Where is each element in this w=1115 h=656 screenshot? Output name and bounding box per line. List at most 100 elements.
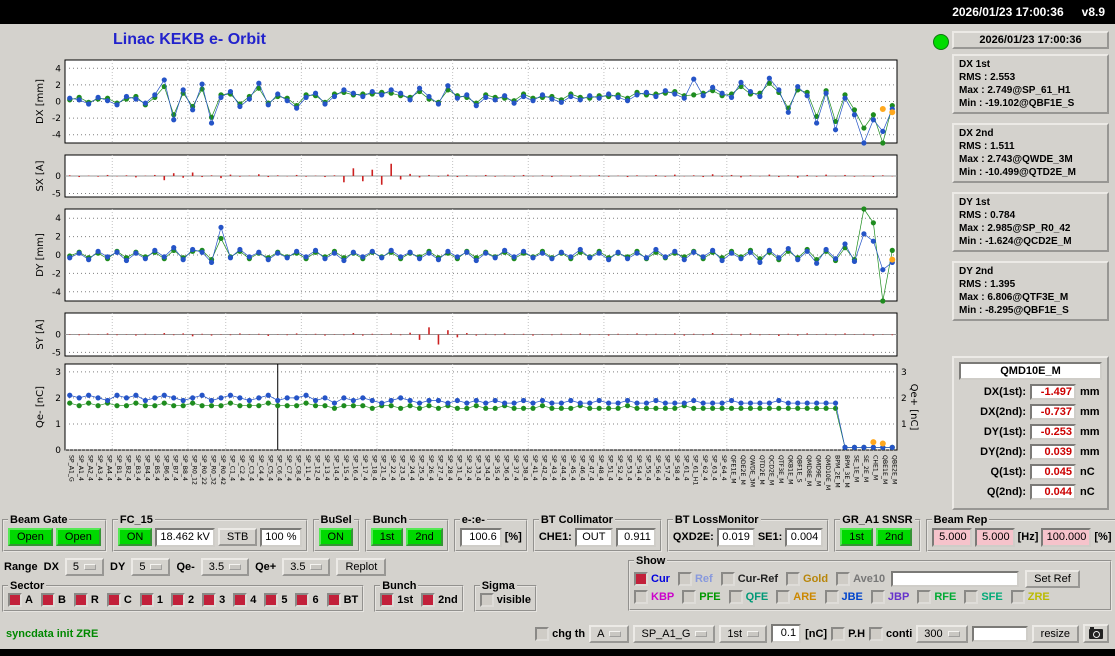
bunch-2nd-button[interactable]: 2nd [406, 528, 443, 546]
show-checkbox-gold[interactable]: Gold [786, 572, 828, 586]
conti-checkbox[interactable]: conti [869, 626, 912, 641]
svg-text:SP_31_4: SP_31_4 [455, 455, 462, 481]
bunch-checkbox-2nd[interactable]: 2nd [421, 593, 458, 607]
svg-text:SP_12_4: SP_12_4 [314, 455, 321, 481]
readout-row: Q(2nd): 0.044 nC [959, 484, 1102, 500]
checkbox-indicator [634, 590, 648, 604]
sector-checkbox-a[interactable]: A [8, 593, 33, 607]
plot-sy: 0 -5 SY [A] [35, 312, 898, 358]
checkbox-indicator [139, 593, 154, 607]
fc15-duty-field[interactable]: 100 % [260, 527, 302, 547]
sector-checkbox-3[interactable]: 3 [202, 593, 225, 607]
range-qep-label: Qe+ [255, 561, 277, 573]
show-checkbox-cur[interactable]: Cur [634, 572, 670, 586]
resize-button[interactable]: resize [1031, 624, 1079, 643]
sector-checkbox-b[interactable]: B [40, 593, 66, 607]
sector-checkbox-r[interactable]: R [73, 593, 99, 607]
gr-a1-1st-button[interactable]: 1st [840, 528, 873, 546]
group-bt-collimator: BT Collimator CHE1: OUT 0.911 [532, 514, 662, 552]
svg-text:SP_44_4: SP_44_4 [559, 455, 566, 481]
sector-checkbox-bt[interactable]: BT [326, 593, 359, 607]
se1-value-field[interactable]: 0.004 [785, 527, 824, 547]
svg-text:SP_C8_4: SP_C8_4 [295, 455, 302, 481]
checkbox-indicator [677, 572, 692, 586]
plot-dy: 4 2 0 -2 -4 DY [mm] [35, 206, 898, 304]
show-checkbox-ave10[interactable]: Ave10 [836, 572, 885, 586]
bunch-number-value: 1st [727, 627, 743, 640]
svg-text:1: 1 [55, 420, 61, 430]
svg-text:SP_27_4: SP_27_4 [436, 455, 443, 481]
replot-button[interactable]: Replot [336, 558, 387, 576]
beam-rep-duty-field[interactable]: 100.000 [1041, 527, 1092, 547]
statusbar-entry[interactable] [971, 625, 1028, 642]
show-checkbox-ref[interactable]: Ref [677, 572, 713, 586]
show-checkbox-zre[interactable]: ZRE [1010, 590, 1050, 604]
unit-select[interactable]: A [589, 624, 630, 643]
threshold-field[interactable]: 0.1 [771, 624, 802, 643]
dropdown-indicator [150, 564, 163, 570]
ref-entry[interactable] [891, 571, 1020, 587]
checkbox-label: BT [343, 594, 359, 606]
show-checkbox-jbp[interactable]: JBP [870, 590, 910, 604]
svg-text:CHE1_M: CHE1_M [871, 455, 878, 480]
control-row-1: Beam Gate Open Open FC_15 ON 18.462 kV S… [2, 514, 1115, 552]
points-select[interactable]: 300 [916, 624, 968, 643]
busel-on-button[interactable]: ON [318, 528, 353, 546]
range-dy-select[interactable]: 5 [131, 558, 171, 576]
sigma-checkbox-visible[interactable]: visible [479, 593, 531, 607]
svg-text:SP_52_4: SP_52_4 [616, 455, 623, 481]
range-qem-select[interactable]: 3.5 [200, 558, 250, 576]
chg-th-checkbox[interactable]: chg th [535, 626, 585, 641]
bpm-select[interactable]: SP_A1_G [633, 624, 716, 643]
application-window: 2026/01/23 17:00:36 v8.9 Linac KEKB e- O… [0, 0, 1115, 656]
snapshot-button[interactable] [1083, 624, 1109, 643]
gr-a1-2nd-button[interactable]: 2nd [875, 528, 913, 546]
bunch-number-select[interactable]: 1st [719, 624, 768, 643]
che1-value-field[interactable]: OUT [574, 527, 613, 547]
show-checkbox-qfe[interactable]: QFE [728, 590, 768, 604]
control-row-3: Sector A B R C 1 2 3 4 5 6 BT Bunch 1st 2nd Sigma v… [2, 580, 537, 612]
svg-text:0: 0 [55, 331, 61, 341]
show-checkbox-are[interactable]: ARE [776, 590, 817, 604]
checkbox-label: B [57, 594, 66, 606]
qxd2e-value-field[interactable]: 0.019 [716, 527, 755, 547]
svg-text:QTD2E_M: QTD2E_M [758, 455, 765, 485]
checkbox-label: JBP [887, 591, 910, 603]
range-dx-select[interactable]: 5 [64, 558, 105, 576]
show-checkbox-jbe[interactable]: JBE [824, 590, 863, 604]
show-checkbox-pfe[interactable]: PFE [682, 590, 721, 604]
bunch-checkbox-1st[interactable]: 1st [380, 593, 413, 607]
checkbox-label: SFE [981, 591, 1003, 603]
bunch-1st-button[interactable]: 1st [370, 528, 404, 546]
collimator-extra-field[interactable]: 0.911 [615, 527, 656, 547]
show-checkbox-kbp[interactable]: KBP [634, 590, 674, 604]
status-led [933, 34, 949, 50]
beam-rep-2-field[interactable]: 5.000 [974, 527, 1015, 547]
sector-checkbox-c[interactable]: C [106, 593, 132, 607]
show-checkbox-rfe[interactable]: RFE [917, 590, 956, 604]
beam-gate-open1-button[interactable]: Open [8, 528, 53, 546]
svg-text:SP_62_4: SP_62_4 [701, 455, 708, 481]
stat-rms: RMS : 0.784 [959, 210, 1016, 221]
fc15-on-button[interactable]: ON [117, 528, 153, 546]
sector-checkbox-2[interactable]: 2 [170, 593, 194, 607]
fc15-kv-field[interactable]: 18.462 kV [155, 527, 215, 547]
ee-ratio-field[interactable]: 100.6 [459, 527, 502, 547]
show-checkbox-cur-ref[interactable]: Cur-Ref [720, 572, 778, 586]
ph-checkbox[interactable]: P.H [831, 626, 865, 641]
checkbox-indicator [170, 593, 185, 607]
readout-unit: mm [1080, 426, 1100, 438]
sector-checkbox-6[interactable]: 6 [295, 593, 319, 607]
sector-checkbox-1[interactable]: 1 [139, 593, 163, 607]
beam-gate-open2-button[interactable]: Open [55, 528, 101, 546]
svg-text:SP_41_4: SP_41_4 [531, 455, 538, 481]
group-sector: Sector A B R C 1 2 3 4 5 6 BT [2, 580, 365, 612]
show-checkbox-sfe[interactable]: SFE [964, 590, 1003, 604]
sector-checkbox-4[interactable]: 4 [233, 593, 256, 607]
beam-rep-1-field[interactable]: 5.000 [931, 527, 972, 547]
range-qep-select[interactable]: 3.5 [282, 558, 331, 576]
set-ref-button[interactable]: Set Ref [1025, 570, 1080, 588]
sector-checkbox-5[interactable]: 5 [264, 593, 287, 607]
readout-value: 0.044 [1030, 484, 1076, 500]
fc15-stb-button[interactable]: STB [217, 528, 258, 546]
